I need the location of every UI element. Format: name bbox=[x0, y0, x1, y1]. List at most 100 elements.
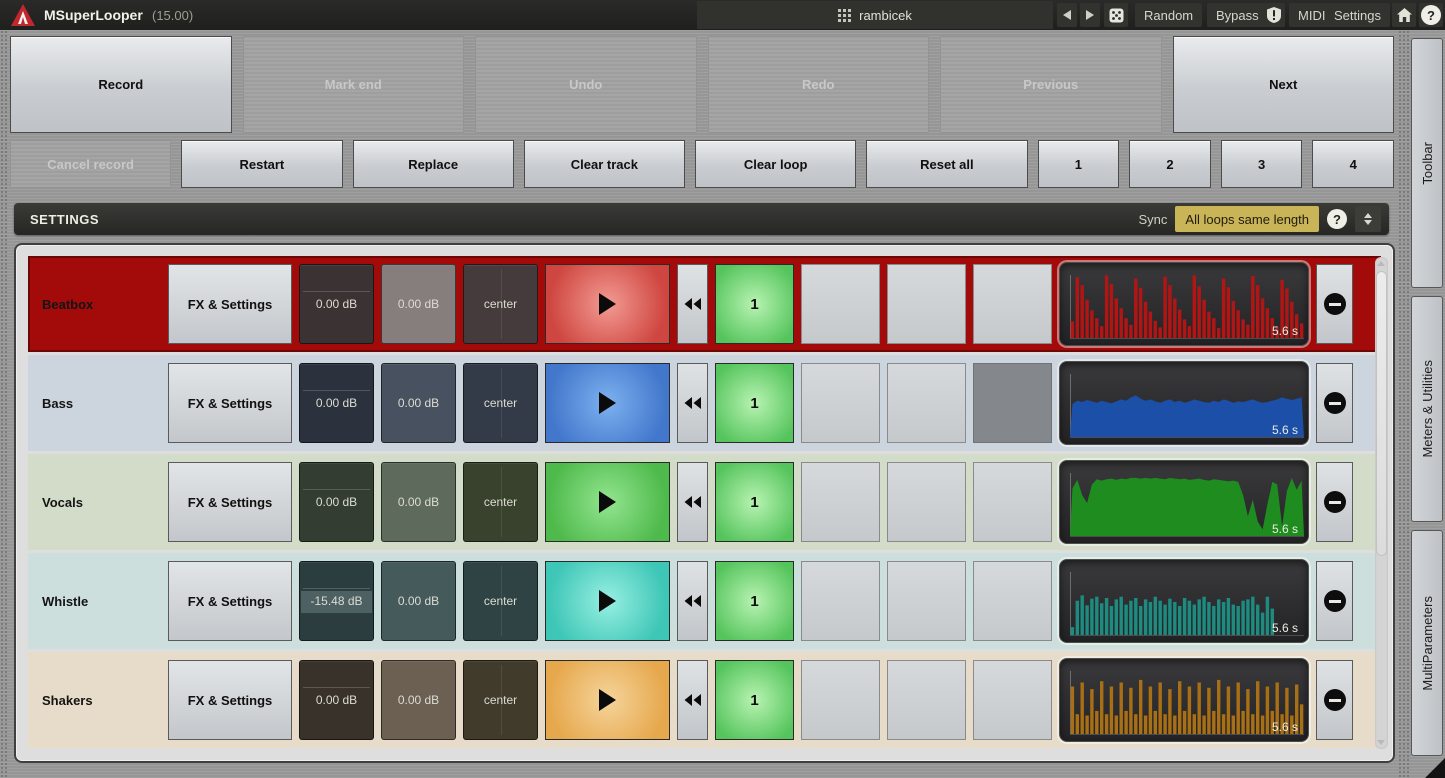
waveform-display[interactable]: 5.6 s bbox=[1059, 559, 1309, 643]
rewind-button[interactable] bbox=[677, 264, 708, 344]
scrollbar-thumb[interactable] bbox=[1376, 271, 1387, 556]
remove-track-button[interactable] bbox=[1316, 660, 1353, 740]
rewind-button[interactable] bbox=[677, 561, 708, 641]
input-gain-knob[interactable]: 0.00 dB bbox=[299, 264, 374, 344]
loop-duration-label: 5.6 s bbox=[1272, 720, 1298, 734]
settings-button[interactable]: Settings bbox=[1325, 3, 1390, 27]
toolbar-button-reset-all[interactable]: Reset all bbox=[866, 140, 1027, 188]
loop-slot-empty[interactable] bbox=[887, 363, 966, 443]
loop-slot-empty[interactable] bbox=[973, 561, 1052, 641]
tracks-panel: Beatbox FX & Settings 0.00 dB 0.00 dB ce… bbox=[14, 243, 1395, 763]
loop-slot-empty[interactable] bbox=[801, 561, 880, 641]
bypass-button[interactable]: Bypass bbox=[1207, 3, 1268, 27]
loop-slot-empty[interactable] bbox=[973, 462, 1052, 542]
loop-slot-empty[interactable] bbox=[887, 660, 966, 740]
next-preset-button[interactable] bbox=[1080, 3, 1100, 27]
sidebar-tab-multiparameters[interactable]: MultiParameters bbox=[1411, 530, 1443, 756]
toolbar-button-restart[interactable]: Restart bbox=[181, 140, 342, 188]
waveform-display[interactable]: 5.6 s bbox=[1059, 262, 1309, 346]
sync-mode-stepper[interactable] bbox=[1355, 206, 1381, 232]
pan-knob[interactable]: center bbox=[463, 363, 538, 443]
loop-slot-active[interactable]: 1 bbox=[715, 462, 794, 542]
toolbar-button-clear-track[interactable]: Clear track bbox=[524, 140, 685, 188]
fx-settings-button[interactable]: FX & Settings bbox=[168, 264, 292, 344]
loop-slot-empty[interactable] bbox=[887, 561, 966, 641]
toolbar-button-next[interactable]: Next bbox=[1173, 36, 1395, 133]
prev-preset-button[interactable] bbox=[1057, 3, 1077, 27]
toolbar-button-record[interactable]: Record bbox=[10, 36, 232, 133]
toolbar-button-3[interactable]: 3 bbox=[1221, 140, 1303, 188]
loop-slot-empty[interactable] bbox=[887, 462, 966, 542]
play-button[interactable] bbox=[545, 561, 670, 641]
pan-knob[interactable]: center bbox=[463, 462, 538, 542]
play-button[interactable] bbox=[545, 660, 670, 740]
pan-knob[interactable]: center bbox=[463, 660, 538, 740]
fx-settings-button[interactable]: FX & Settings bbox=[168, 363, 292, 443]
input-gain-knob[interactable]: 0.00 dB bbox=[299, 462, 374, 542]
limiter-warning-button[interactable] bbox=[1263, 3, 1285, 27]
output-gain-knob[interactable]: 0.00 dB bbox=[381, 363, 456, 443]
rewind-button[interactable] bbox=[677, 462, 708, 542]
fx-settings-button[interactable]: FX & Settings bbox=[168, 462, 292, 542]
remove-track-button[interactable] bbox=[1316, 363, 1353, 443]
track-name-label: Vocals bbox=[42, 495, 161, 510]
fx-settings-button[interactable]: FX & Settings bbox=[168, 561, 292, 641]
output-gain-knob[interactable]: 0.00 dB bbox=[381, 660, 456, 740]
toolbar-button-previous: Previous bbox=[940, 36, 1162, 133]
random-button[interactable]: Random bbox=[1135, 3, 1202, 27]
play-button[interactable] bbox=[545, 363, 670, 443]
alert-shield-icon bbox=[1267, 7, 1281, 23]
pan-knob[interactable]: center bbox=[463, 264, 538, 344]
resize-handle[interactable] bbox=[1425, 758, 1445, 778]
input-gain-knob[interactable]: 0.00 dB bbox=[299, 363, 374, 443]
loop-slot-active[interactable]: 1 bbox=[715, 363, 794, 443]
output-gain-knob[interactable]: 0.00 dB bbox=[381, 561, 456, 641]
remove-track-button[interactable] bbox=[1316, 264, 1353, 344]
track-name-label: Whistle bbox=[42, 594, 161, 609]
loop-slot-empty[interactable] bbox=[887, 264, 966, 344]
loop-slot-empty[interactable] bbox=[801, 462, 880, 542]
loop-slot-empty[interactable] bbox=[973, 660, 1052, 740]
output-gain-knob[interactable]: 0.00 dB bbox=[381, 462, 456, 542]
play-button[interactable] bbox=[545, 462, 670, 542]
transport-toolbar: RecordMark endUndoRedoPreviousNext bbox=[10, 36, 1394, 133]
random-preset-button[interactable] bbox=[1104, 3, 1128, 27]
sync-mode-select[interactable]: All loops same length bbox=[1175, 206, 1319, 232]
toolbar-button-clear-loop[interactable]: Clear loop bbox=[695, 140, 856, 188]
input-gain-knob[interactable]: 0.00 dB bbox=[299, 660, 374, 740]
toolbar-button-4[interactable]: 4 bbox=[1312, 140, 1394, 188]
pan-knob[interactable]: center bbox=[463, 561, 538, 641]
home-button[interactable] bbox=[1392, 3, 1416, 27]
help-button[interactable]: ? bbox=[1419, 3, 1443, 27]
waveform-display[interactable]: 5.6 s bbox=[1059, 658, 1309, 742]
preset-selector[interactable]: rambicek bbox=[697, 1, 1053, 29]
sync-help-icon[interactable]: ? bbox=[1327, 209, 1347, 229]
panel-scrollbar[interactable] bbox=[1375, 257, 1388, 749]
sidebar-tab-toolbar[interactable]: Toolbar bbox=[1411, 38, 1443, 288]
loop-slot-active[interactable]: 1 bbox=[715, 264, 794, 344]
loop-slot-empty[interactable] bbox=[801, 264, 880, 344]
waveform-display[interactable]: 5.6 s bbox=[1059, 361, 1309, 445]
fx-settings-button[interactable]: FX & Settings bbox=[168, 660, 292, 740]
toolbar-button-1[interactable]: 1 bbox=[1038, 140, 1120, 188]
loop-slot-empty[interactable] bbox=[973, 363, 1052, 443]
loop-slot-empty[interactable] bbox=[801, 660, 880, 740]
sidebar-tab-meters-utilities[interactable]: Meters & Utilities bbox=[1411, 296, 1443, 522]
rewind-button[interactable] bbox=[677, 363, 708, 443]
play-icon bbox=[599, 689, 616, 711]
rewind-button[interactable] bbox=[677, 660, 708, 740]
rewind-icon bbox=[683, 396, 702, 410]
loop-slot-active[interactable]: 1 bbox=[715, 561, 794, 641]
play-button[interactable] bbox=[545, 264, 670, 344]
output-gain-knob[interactable]: 0.00 dB bbox=[381, 264, 456, 344]
toolbar-button-2[interactable]: 2 bbox=[1129, 140, 1211, 188]
loop-slot-empty[interactable] bbox=[973, 264, 1052, 344]
toolbar-button-replace[interactable]: Replace bbox=[353, 140, 514, 188]
remove-track-button[interactable] bbox=[1316, 561, 1353, 641]
loop-slot-active[interactable]: 1 bbox=[715, 660, 794, 740]
input-gain-knob[interactable]: -15.48 dB bbox=[299, 561, 374, 641]
waveform-display[interactable]: 5.6 s bbox=[1059, 460, 1309, 544]
preset-name: rambicek bbox=[859, 8, 912, 23]
loop-slot-empty[interactable] bbox=[801, 363, 880, 443]
remove-track-button[interactable] bbox=[1316, 462, 1353, 542]
